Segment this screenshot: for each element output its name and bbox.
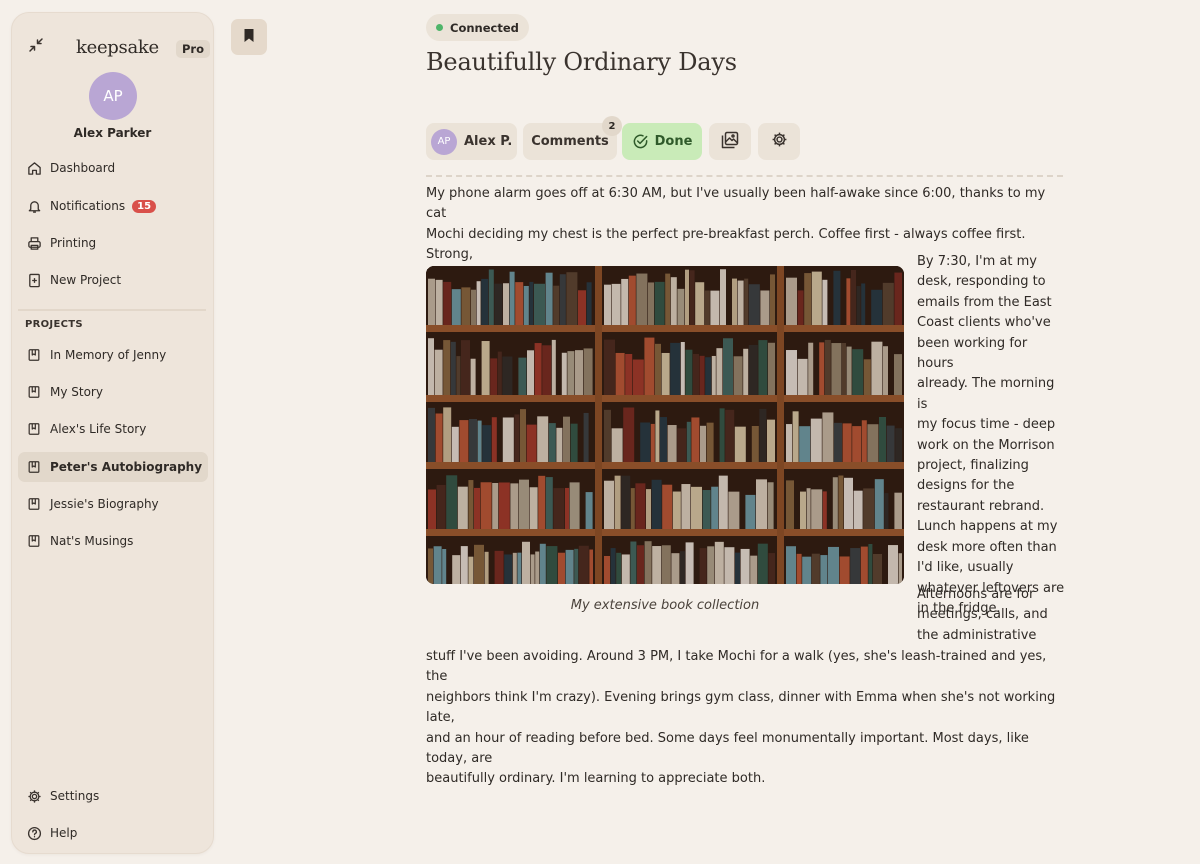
user-name: Alex Parker <box>73 126 152 140</box>
nav-label: Notifications <box>50 199 126 213</box>
comments-button[interactable]: Comments 2 <box>523 116 622 160</box>
project-peters-autobiography[interactable]: Peter's Autobiography <box>18 452 208 482</box>
nav-new-project[interactable]: New Project <box>18 265 208 295</box>
document-settings-button[interactable] <box>758 123 800 160</box>
text-line: project, finalizing <box>917 458 1029 474</box>
book-icon <box>26 347 42 363</box>
home-icon <box>26 160 42 176</box>
project-nats-musings[interactable]: Nat's Musings <box>18 526 208 556</box>
comments-count-badge: 2 <box>602 116 622 136</box>
nav-help[interactable]: Help <box>18 818 208 848</box>
done-button[interactable]: Done <box>622 123 702 160</box>
text-line: and an hour of reading before bed. Some … <box>426 730 1029 767</box>
text-line: designs for the <box>917 478 1015 494</box>
project-label: My Story <box>50 385 103 399</box>
nav-notifications[interactable]: Notifications 15 <box>18 191 208 221</box>
sidebar: keepsake Pro AP Alex Parker Dashboard No… <box>11 12 214 854</box>
project-jessies-biography[interactable]: Jessie's Biography <box>18 489 208 519</box>
bookshelf-photo[interactable] <box>426 266 904 584</box>
text-line: meetings, calls, and <box>917 607 1048 623</box>
nav-printing[interactable]: Printing <box>18 228 208 258</box>
text-line: Coast clients who've <box>917 315 1051 331</box>
check-circle-icon <box>632 133 649 150</box>
project-label: Alex's Life Story <box>50 422 147 436</box>
text-line: desk, responding to <box>917 274 1046 290</box>
text-line: work on the Morrison <box>917 437 1055 453</box>
connection-status: Connected <box>426 14 529 41</box>
project-my-story[interactable]: My Story <box>18 377 208 407</box>
project-in-memory-of-jenny[interactable]: In Memory of Jenny <box>18 340 208 370</box>
nav-dashboard[interactable]: Dashboard <box>18 153 208 183</box>
text-line: By 7:30, I'm at my <box>917 254 1037 269</box>
text-line: Lunch happens at my <box>917 519 1058 535</box>
text-line: Afternoons are for <box>917 587 1035 602</box>
bookmark-button[interactable] <box>231 19 267 55</box>
bell-icon <box>26 198 42 214</box>
insert-image-button[interactable] <box>709 123 751 160</box>
author-name: Alex P. <box>464 134 513 149</box>
sidebar-header: keepsake Pro <box>12 27 213 71</box>
comments-label: Comments <box>531 134 609 149</box>
book-icon <box>26 459 42 475</box>
text-line: I'd like, usually <box>917 560 1014 576</box>
paragraph-3-side[interactable]: Afternoons are for meetings, calls, and … <box>917 585 1067 646</box>
gallery-icon <box>721 131 739 153</box>
book-icon <box>26 496 42 512</box>
brand-logo: keepsake <box>76 37 159 58</box>
user-avatar[interactable]: AP <box>89 72 137 120</box>
text-line: stuff I've been avoiding. Around 3 PM, I… <box>426 649 1047 685</box>
paragraph-2[interactable]: By 7:30, I'm at my desk, responding to e… <box>917 252 1067 619</box>
text-line: My phone alarm goes off at 6:30 AM, but … <box>426 186 1046 222</box>
done-label: Done <box>654 134 693 149</box>
nav-label: Printing <box>50 236 97 250</box>
project-label: Nat's Musings <box>50 534 134 548</box>
collapse-sidebar-button[interactable] <box>26 37 46 57</box>
paragraph-3[interactable]: stuff I've been avoiding. Around 3 PM, I… <box>426 647 1066 790</box>
project-label: Jessie's Biography <box>50 497 159 511</box>
nav-label: Settings <box>50 789 100 803</box>
text-line: emails from the East <box>917 294 1052 310</box>
bookmark-icon <box>243 28 255 47</box>
text-line: my focus time - deep <box>917 417 1056 433</box>
page-title[interactable]: Beautifully Ordinary Days <box>426 48 737 76</box>
new-project-icon <box>26 272 42 288</box>
gear-icon <box>26 788 42 804</box>
collapse-icon <box>28 37 44 57</box>
nav-label: New Project <box>50 273 122 287</box>
author-button[interactable]: AP Alex P. <box>426 123 517 160</box>
text-line: already. The morning is <box>917 376 1055 412</box>
projects-heading: PROJECTS <box>25 319 83 330</box>
book-icon <box>26 384 42 400</box>
status-dot <box>436 24 443 31</box>
image-caption: My extensive book collection <box>570 598 760 613</box>
author-avatar: AP <box>431 128 457 155</box>
text-line: the administrative <box>917 627 1037 643</box>
connection-status-text: Connected <box>450 20 519 35</box>
bookshelf-image <box>426 266 904 584</box>
text-line: beautifully ordinary. I'm learning to ap… <box>426 771 766 787</box>
toolbar-separator <box>426 175 1063 177</box>
help-icon <box>26 825 42 841</box>
project-label: Peter's Autobiography <box>50 460 203 474</box>
text-line: been working for hours <box>917 335 1028 372</box>
project-label: In Memory of Jenny <box>50 348 167 362</box>
nav-settings[interactable]: Settings <box>18 781 208 811</box>
project-alexs-life-story[interactable]: Alex's Life Story <box>18 414 208 444</box>
text-line: desk more often than <box>917 539 1057 555</box>
printer-icon <box>26 235 42 251</box>
gear-icon <box>771 131 788 152</box>
nav-label: Dashboard <box>50 161 116 175</box>
sidebar-divider <box>18 309 206 311</box>
text-line: restaurant rebrand. <box>917 498 1045 514</box>
notifications-count-badge: 15 <box>132 199 157 213</box>
text-line: neighbors think I'm crazy). Evening brin… <box>426 689 1056 726</box>
book-icon <box>26 421 42 437</box>
nav-label: Help <box>50 826 78 840</box>
plan-badge: Pro <box>176 40 211 58</box>
book-icon <box>26 533 42 549</box>
